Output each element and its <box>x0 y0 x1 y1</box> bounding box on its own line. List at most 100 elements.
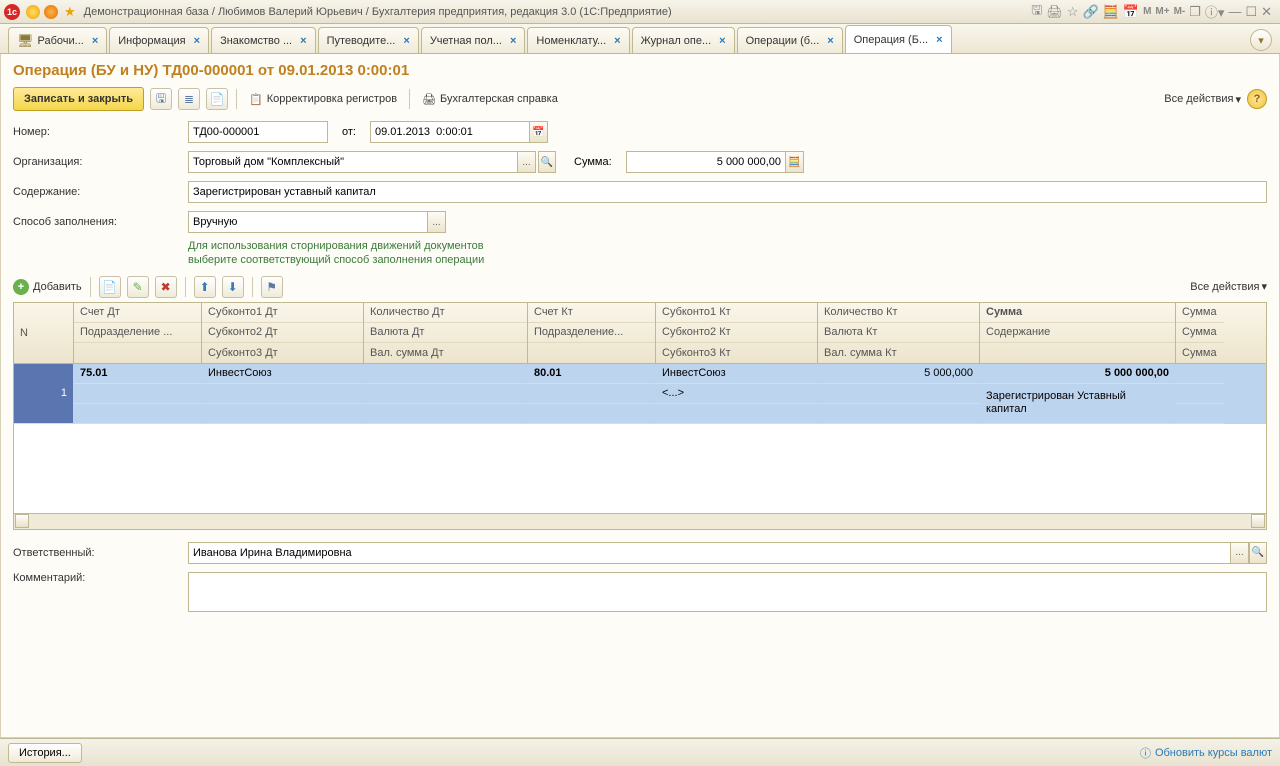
cell-sub1-kt[interactable]: ИнвестСоюз <box>656 364 817 384</box>
star-icon[interactable]: ☆ <box>1067 4 1079 20</box>
save-icon[interactable]: 🖫 <box>1031 1 1042 23</box>
search-button[interactable]: 🔍 <box>538 151 556 173</box>
org-field[interactable] <box>188 151 518 173</box>
close-icon[interactable]: × <box>403 35 409 47</box>
tab-guide[interactable]: Путеводите...× <box>318 27 419 53</box>
close-window-icon[interactable]: ✕ <box>1261 4 1272 20</box>
col-div-dt[interactable]: Подразделение ... <box>74 323 201 343</box>
calc-button[interactable]: 🧮 <box>786 151 804 173</box>
m-plus-button[interactable]: M+ <box>1155 6 1169 17</box>
content-field[interactable] <box>188 181 1267 203</box>
close-icon[interactable]: × <box>827 35 833 47</box>
calc-icon[interactable]: 🧮 <box>1103 4 1119 20</box>
tab-op-active[interactable]: Операция (Б...× <box>845 25 952 53</box>
grid-scrollbar[interactable] <box>14 513 1266 529</box>
select-button[interactable]: ... <box>1231 542 1249 564</box>
all-actions-button[interactable]: Все действия▾ <box>1164 93 1241 106</box>
grid-all-actions-button[interactable]: Все действия▾ <box>1190 280 1267 293</box>
method-field[interactable] <box>188 211 428 233</box>
col-cur-dt[interactable]: Валюта Дт <box>364 323 527 343</box>
cell-sub2-kt[interactable]: <...> <box>656 384 817 404</box>
update-rates-link[interactable]: ⓘ Обновить курсы валют <box>1140 745 1272 761</box>
list-button[interactable]: ≣ <box>178 88 200 110</box>
close-icon[interactable]: × <box>300 35 306 47</box>
tab-znak[interactable]: Знакомство ...× <box>211 27 316 53</box>
close-icon[interactable]: × <box>936 34 942 46</box>
cell-sum[interactable]: 5 000 000,00 <box>980 364 1175 384</box>
correct-registers-button[interactable]: 📋 Корректировка регистров <box>245 91 401 108</box>
col-sub3-kt[interactable]: Субконто3 Кт <box>656 343 817 363</box>
cell-acct-kt[interactable]: 80.01 <box>528 364 655 384</box>
doc-button[interactable]: 📄 <box>206 88 228 110</box>
col-sub1-kt[interactable]: Субконто1 Кт <box>656 303 817 323</box>
tab-info[interactable]: Информация× <box>109 27 209 53</box>
delete-button[interactable]: ✖ <box>155 276 177 298</box>
close-icon[interactable]: × <box>194 35 200 47</box>
tab-ops[interactable]: Операции (б...× <box>737 27 843 53</box>
col-cursum-kt[interactable]: Вал. сумма Кт <box>818 343 979 363</box>
favorite-icon[interactable]: ★ <box>64 4 76 20</box>
select-button[interactable]: ... <box>428 211 446 233</box>
tab-journal[interactable]: Журнал опе...× <box>632 27 735 53</box>
col-sub2-kt[interactable]: Субконто2 Кт <box>656 323 817 343</box>
close-icon[interactable]: × <box>92 35 98 47</box>
move-down-button[interactable]: ⬇ <box>222 276 244 298</box>
copy-button[interactable]: 📄 <box>99 276 121 298</box>
col-sub3-dt[interactable]: Субконто3 Дт <box>202 343 363 363</box>
flag-button[interactable]: ⚑ <box>261 276 283 298</box>
save-button[interactable]: 🖫 <box>150 88 172 110</box>
col-qty-kt[interactable]: Количество Кт <box>818 303 979 323</box>
select-button[interactable]: ... <box>518 151 536 173</box>
m-minus-button[interactable]: M- <box>1174 6 1186 17</box>
save-close-button[interactable]: Записать и закрыть <box>13 87 144 111</box>
cell-content[interactable]: Зарегистрирован Уставный капитал <box>980 384 1175 424</box>
calendar-icon[interactable]: 📅 <box>1123 4 1139 20</box>
col-qty-dt[interactable]: Количество Дт <box>364 303 527 323</box>
cell-sub1-dt[interactable]: ИнвестСоюз <box>202 364 363 384</box>
tabs-menu-button[interactable]: ▾ <box>1250 29 1272 51</box>
number-field[interactable] <box>188 121 328 143</box>
col-sum[interactable]: Сумма <box>980 303 1175 323</box>
acct-report-button[interactable]: 🖨 Бухгалтерская справка <box>418 91 562 108</box>
tab-policy[interactable]: Учетная пол...× <box>421 27 526 53</box>
col-sub1-dt[interactable]: Субконто1 Дт <box>202 303 363 323</box>
close-icon[interactable]: × <box>510 35 516 47</box>
calendar-button[interactable]: 📅 <box>530 121 548 143</box>
search-button[interactable]: 🔍 <box>1249 542 1267 564</box>
sum-field[interactable] <box>626 151 786 173</box>
col-content[interactable]: Содержание <box>980 323 1175 343</box>
cell-acct-dt[interactable]: 75.01 <box>74 364 201 384</box>
col-sumr1[interactable]: Сумма <box>1176 303 1224 323</box>
info-icon[interactable]: ⓘ▾ <box>1205 2 1225 21</box>
col-n[interactable]: N <box>14 303 73 363</box>
col-sumr2[interactable]: Сумма <box>1176 323 1224 343</box>
col-div-kt[interactable]: Подразделение... <box>528 323 655 343</box>
col-acct-dt[interactable]: Счет Дт <box>74 303 201 323</box>
tab-home[interactable]: 🖥 Рабочи... × <box>8 27 107 53</box>
nav-fwd-icon[interactable] <box>44 5 58 19</box>
close-icon[interactable]: × <box>719 35 725 47</box>
minimize-icon[interactable]: — <box>1228 4 1241 19</box>
maximize-icon[interactable]: ☐ <box>1245 4 1257 20</box>
link-icon[interactable]: 🔗 <box>1083 4 1099 20</box>
col-sumr3[interactable]: Сумма <box>1176 343 1224 363</box>
col-cur-kt[interactable]: Валюта Кт <box>818 323 979 343</box>
add-button[interactable]: + Добавить <box>13 279 82 295</box>
history-button[interactable]: История... <box>8 743 82 763</box>
responsible-field[interactable] <box>188 542 1231 564</box>
col-acct-kt[interactable]: Счет Кт <box>528 303 655 323</box>
nav-back-icon[interactable] <box>26 5 40 19</box>
windows-icon[interactable]: ❐ <box>1189 4 1201 20</box>
move-up-button[interactable]: ⬆ <box>194 276 216 298</box>
cell-qty-kt[interactable]: 5 000,000 <box>818 364 979 384</box>
date-field[interactable] <box>370 121 530 143</box>
scroll-left-icon[interactable] <box>15 514 29 528</box>
edit-button[interactable]: ✎ <box>127 276 149 298</box>
tab-nomen[interactable]: Номенклату...× <box>527 27 629 53</box>
col-sub2-dt[interactable]: Субконто2 Дт <box>202 323 363 343</box>
help-icon[interactable]: ? <box>1247 89 1267 109</box>
m-button[interactable]: M <box>1143 6 1151 17</box>
close-icon[interactable]: × <box>614 35 620 47</box>
scroll-right-icon[interactable] <box>1251 514 1265 528</box>
col-cursum-dt[interactable]: Вал. сумма Дт <box>364 343 527 363</box>
